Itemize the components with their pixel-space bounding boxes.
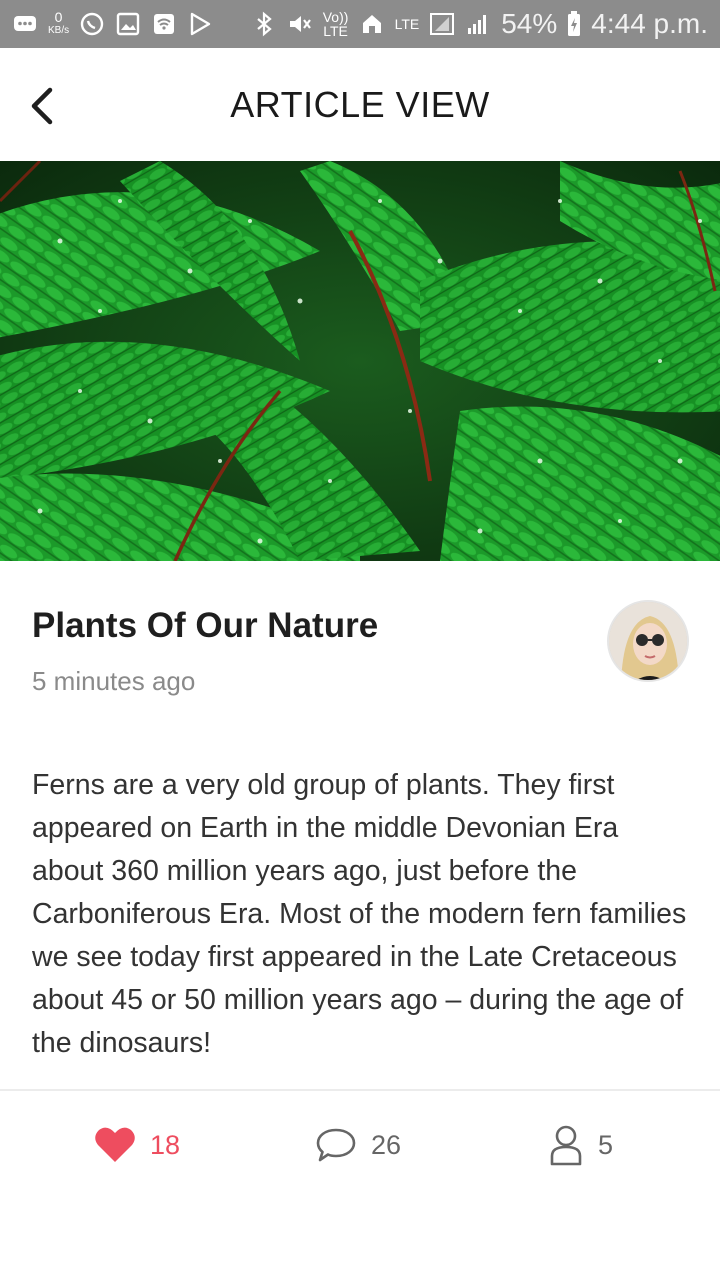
- followers-count: 5: [598, 1129, 614, 1160]
- signal-bars-icon: [468, 15, 487, 34]
- hero-image: [0, 161, 720, 561]
- network-speed-value: 0: [54, 9, 63, 25]
- network-speed-unit: KB/s: [48, 25, 70, 36]
- fern-illustration: [0, 161, 720, 561]
- article-body: Ferns are a very old group of plants. Th…: [32, 769, 687, 1059]
- divider: [0, 1089, 720, 1091]
- user-icon: [550, 1125, 582, 1166]
- article-title: Plants Of Our Nature: [32, 606, 379, 645]
- wifi-icon: [154, 14, 175, 34]
- app-bar: ARTICLE VIEW: [0, 48, 720, 161]
- lte-icon: LTE: [394, 16, 420, 32]
- like-button[interactable]: 18: [94, 1118, 180, 1172]
- clock: 4:44 p.m.: [591, 8, 708, 39]
- page-title: ARTICLE VIEW: [230, 83, 490, 125]
- followers-button[interactable]: 5: [548, 1118, 613, 1172]
- heart-icon: [95, 1127, 135, 1162]
- home-icon: [362, 15, 381, 33]
- signal-icon: [430, 13, 455, 35]
- bluetooth-icon: [256, 11, 272, 37]
- back-chevron-icon[interactable]: [20, 84, 64, 128]
- like-count: 18: [150, 1129, 181, 1160]
- volte-icon: Vo)) LTE: [322, 9, 349, 39]
- comment-bubble-icon: [316, 1128, 356, 1162]
- network-speed: 0 KB/s: [48, 10, 69, 38]
- author-avatar[interactable]: [607, 600, 689, 682]
- whatsapp-icon: [80, 12, 104, 36]
- status-bar: 0 KB/s Vo)) LTE LTE 54% 4:44 p.m.: [0, 0, 720, 48]
- article-timestamp: 5 minutes ago: [32, 666, 196, 696]
- battery-percent: 54%: [501, 8, 558, 39]
- play-store-icon: [190, 12, 211, 36]
- comment-button[interactable]: 26: [315, 1118, 401, 1172]
- mute-icon: [289, 16, 311, 32]
- author-portrait: [609, 602, 687, 680]
- message-icon: [14, 16, 36, 31]
- gallery-icon: [116, 12, 140, 36]
- comment-count: 26: [371, 1129, 402, 1160]
- battery-charging-icon: [568, 11, 581, 36]
